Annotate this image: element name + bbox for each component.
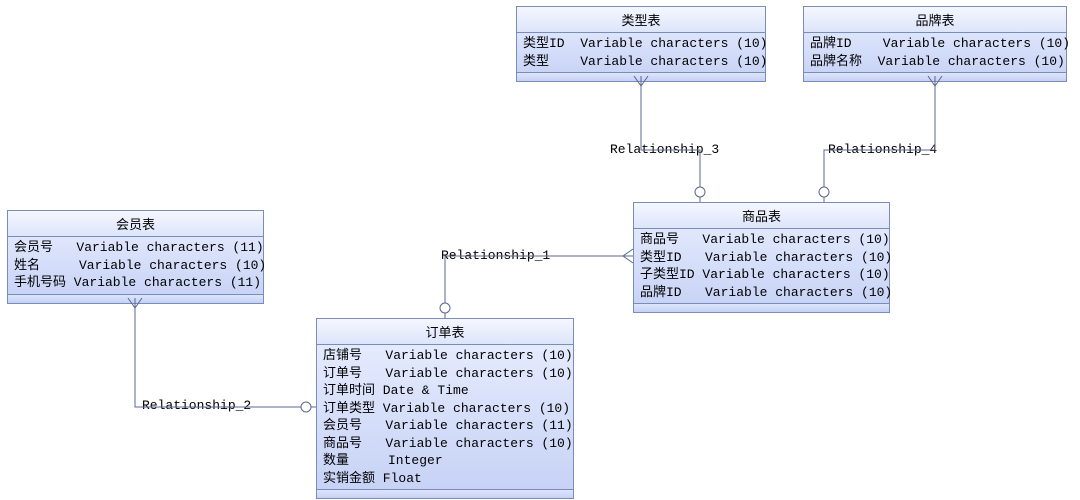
- entity-product: 商品表 商品号 Variable characters (10) 类型ID Va…: [633, 202, 890, 313]
- entity-row: 子类型ID Variable characters (10): [640, 266, 883, 284]
- entity-title: 会员表: [8, 211, 263, 237]
- entity-row: 订单时间 Date & Time: [323, 382, 567, 400]
- entity-row: 品牌名称 Variable characters (10): [810, 53, 1060, 71]
- entity-row: 商品号 Variable characters (10): [640, 231, 883, 249]
- entity-member: 会员表 会员号 Variable characters (11) 姓名 Vari…: [7, 210, 264, 304]
- cardinality-circle-icon: [695, 187, 705, 197]
- connector-r3: [641, 76, 700, 202]
- cardinality-circle-icon: [819, 187, 829, 197]
- entity-row: 类型ID Variable characters (10): [640, 249, 883, 267]
- connector-r2: [135, 298, 316, 407]
- cardinality-circle-icon: [301, 402, 311, 412]
- entity-body: 品牌ID Variable characters (10) 品牌名称 Varia…: [804, 33, 1066, 72]
- connector-r1: [445, 256, 633, 318]
- entity-row: 订单号 Variable characters (10): [323, 365, 567, 383]
- entity-body: 商品号 Variable characters (10) 类型ID Variab…: [634, 229, 889, 303]
- relationship-label-3: Relationship_3: [610, 142, 719, 157]
- entity-footer: [8, 294, 263, 303]
- relationship-label-2: Relationship_2: [142, 398, 251, 413]
- entity-row: 手机号码 Variable characters (11): [14, 274, 257, 292]
- connector-r4: [824, 76, 935, 202]
- entity-body: 会员号 Variable characters (11) 姓名 Variable…: [8, 237, 263, 294]
- entity-row: 实销金额 Float: [323, 470, 567, 488]
- entity-footer: [634, 303, 889, 312]
- entity-title: 订单表: [317, 319, 573, 345]
- entity-row: 品牌ID Variable characters (10): [640, 284, 883, 302]
- entity-row: 订单类型 Variable characters (10): [323, 400, 567, 418]
- entity-row: 姓名 Variable characters (10): [14, 257, 257, 275]
- entity-title: 商品表: [634, 203, 889, 229]
- entity-title: 类型表: [517, 7, 765, 33]
- entity-row: 类型ID Variable characters (10): [523, 35, 759, 53]
- entity-row: 数量 Integer: [323, 452, 567, 470]
- entity-body: 类型ID Variable characters (10) 类型 Variabl…: [517, 33, 765, 72]
- entity-title: 品牌表: [804, 7, 1066, 33]
- entity-row: 会员号 Variable characters (11): [14, 239, 257, 257]
- crowfoot-icon: [623, 249, 633, 263]
- entity-row: 商品号 Variable characters (10): [323, 435, 567, 453]
- entity-footer: [804, 72, 1066, 81]
- entity-order: 订单表 店铺号 Variable characters (10) 订单号 Var…: [316, 318, 574, 499]
- entity-footer: [317, 489, 573, 498]
- entity-brand: 品牌表 品牌ID Variable characters (10) 品牌名称 V…: [803, 6, 1067, 82]
- relationship-label-4: Relationship_4: [828, 142, 937, 157]
- cardinality-circle-icon: [440, 303, 450, 313]
- entity-row: 店铺号 Variable characters (10): [323, 347, 567, 365]
- entity-body: 店铺号 Variable characters (10) 订单号 Variabl…: [317, 345, 573, 489]
- relationship-label-1: Relationship_1: [441, 248, 550, 263]
- entity-row: 品牌ID Variable characters (10): [810, 35, 1060, 53]
- entity-row: 会员号 Variable characters (11): [323, 417, 567, 435]
- entity-footer: [517, 72, 765, 81]
- entity-type: 类型表 类型ID Variable characters (10) 类型 Var…: [516, 6, 766, 82]
- entity-row: 类型 Variable characters (10): [523, 53, 759, 71]
